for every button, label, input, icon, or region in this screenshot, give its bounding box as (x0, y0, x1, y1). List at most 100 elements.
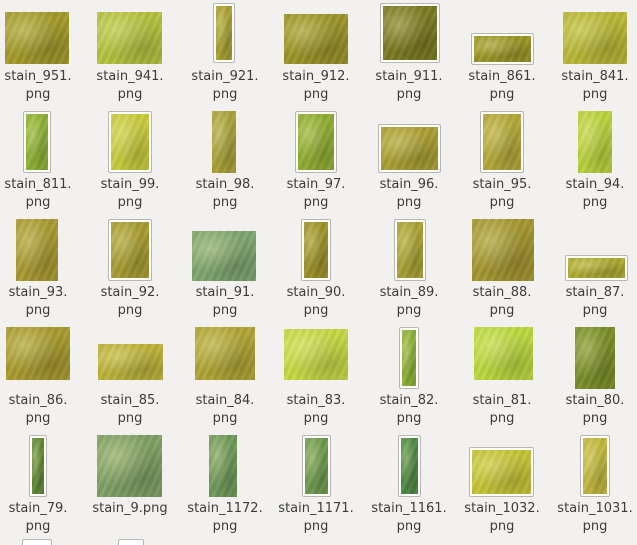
stain-texture-preview (401, 438, 418, 494)
image-thumbnail-partial[interactable] (118, 539, 144, 545)
image-thumbnail[interactable] (29, 435, 47, 497)
file-name-label: stain_95. png (456, 176, 548, 212)
file-name-line2: png (582, 303, 608, 318)
image-thumbnail[interactable] (565, 255, 628, 281)
file-name-line1: stain_96. (379, 177, 439, 192)
image-thumbnail[interactable] (302, 435, 331, 497)
image-thumbnail[interactable] (563, 12, 627, 64)
image-thumbnail[interactable] (399, 327, 419, 389)
stain-texture-preview (472, 219, 534, 281)
file-name-line2: png (212, 87, 238, 102)
file-name-line2: png (117, 87, 143, 102)
file-name-label: stain_951. png (0, 68, 84, 104)
stain-texture-preview (97, 12, 162, 64)
file-name-line1: stain_80. (565, 393, 625, 408)
file-name-line1: stain_87. (565, 285, 625, 300)
image-thumbnail[interactable] (471, 33, 534, 65)
file-name-label: stain_98. png (179, 176, 271, 212)
file-name-label: stain_89. png (363, 284, 455, 320)
file-name-line1: stain_84. (195, 393, 255, 408)
image-thumbnail[interactable] (209, 435, 237, 497)
file-name-label: stain_94. png (549, 176, 637, 212)
image-thumbnail[interactable] (108, 111, 152, 173)
stain-texture-preview (284, 14, 348, 64)
file-name-label: stain_87.png (549, 284, 637, 320)
file-name-line2: png (117, 195, 143, 210)
stain-texture-preview (402, 330, 416, 386)
image-thumbnail[interactable] (578, 111, 612, 173)
stain-texture-preview (305, 438, 328, 494)
file-name-line1: stain_97. (286, 177, 346, 192)
file-name-label: stain_90.png (270, 284, 362, 320)
file-name-line2: png (396, 519, 422, 534)
stain-texture-preview (472, 450, 531, 494)
file-name-line2: png (25, 303, 51, 318)
image-thumbnail[interactable] (212, 111, 236, 173)
file-name-label: stain_82. png (363, 392, 455, 428)
stain-texture-preview (397, 222, 423, 278)
image-thumbnail[interactable] (213, 3, 235, 63)
file-name-line2: png (25, 519, 51, 534)
image-thumbnail[interactable] (192, 231, 256, 281)
file-name-label: stain_97.png (270, 176, 362, 212)
image-thumbnail[interactable] (575, 327, 615, 389)
file-name-line2: png (25, 87, 51, 102)
file-name-label: stain_80.png (549, 392, 637, 428)
image-thumbnail[interactable] (480, 111, 524, 173)
file-name-line1: stain_85. (100, 393, 160, 408)
file-name-label: stain_96. png (363, 176, 455, 212)
file-name-line1: stain_90. (286, 285, 346, 300)
file-name-line1: stain_1161. (371, 501, 447, 516)
stain-texture-preview (284, 329, 348, 380)
image-thumbnail[interactable] (295, 111, 337, 173)
file-name-line2: png (582, 519, 608, 534)
file-name-line1: stain_811. (4, 177, 72, 192)
file-name-line1: stain_91. (195, 285, 255, 300)
image-thumbnail[interactable] (394, 219, 426, 281)
image-thumbnail[interactable] (378, 124, 441, 173)
stain-texture-preview (98, 344, 163, 380)
image-thumbnail[interactable] (6, 327, 70, 380)
image-thumbnail[interactable] (97, 12, 162, 64)
file-name-label: stain_861. png (456, 68, 548, 104)
file-name-line1: stain_841. (561, 69, 629, 84)
file-name-label: stain_91. png (179, 284, 271, 320)
stain-texture-preview (483, 114, 521, 170)
stain-texture-preview (381, 127, 438, 170)
file-name-line2: png (303, 303, 329, 318)
image-thumbnail[interactable] (284, 14, 348, 64)
file-name-line2: png (582, 411, 608, 426)
file-icon-grid: stain_951. png stain_941. png stain_921. png s… (0, 0, 637, 545)
file-name-line1: stain_1031. (557, 501, 633, 516)
file-name-line1: stain_98. (195, 177, 255, 192)
image-thumbnail[interactable] (398, 435, 421, 497)
file-name-line1: stain_9.png (92, 501, 168, 516)
stain-texture-preview (111, 222, 149, 278)
file-name-label: stain_1171. png (270, 500, 362, 536)
file-name-line2: png (489, 87, 515, 102)
image-thumbnail[interactable] (472, 219, 534, 281)
image-thumbnail[interactable] (580, 435, 610, 497)
image-thumbnail[interactable] (301, 219, 331, 281)
file-name-label: stain_1032. png (456, 500, 548, 536)
image-thumbnail[interactable] (284, 329, 348, 380)
image-thumbnail[interactable] (16, 219, 58, 281)
image-thumbnail[interactable] (5, 12, 69, 64)
image-thumbnail[interactable] (380, 3, 440, 63)
file-name-label: stain_841. png (549, 68, 637, 104)
stain-texture-preview (583, 438, 607, 494)
image-thumbnail[interactable] (98, 344, 163, 380)
file-name-line1: stain_921. (191, 69, 259, 84)
file-name-label: stain_84. png (179, 392, 271, 428)
image-thumbnail[interactable] (108, 219, 152, 281)
image-thumbnail-partial[interactable] (22, 539, 52, 545)
image-thumbnail[interactable] (474, 327, 533, 380)
image-thumbnail[interactable] (23, 111, 51, 173)
image-thumbnail[interactable] (195, 327, 255, 380)
image-thumbnail[interactable] (469, 447, 534, 497)
file-name-label: stain_921.png (179, 68, 271, 104)
stain-texture-preview (195, 327, 255, 380)
file-name-line2: png (303, 195, 329, 210)
image-thumbnail[interactable] (97, 435, 162, 497)
file-name-line2: png (396, 87, 422, 102)
